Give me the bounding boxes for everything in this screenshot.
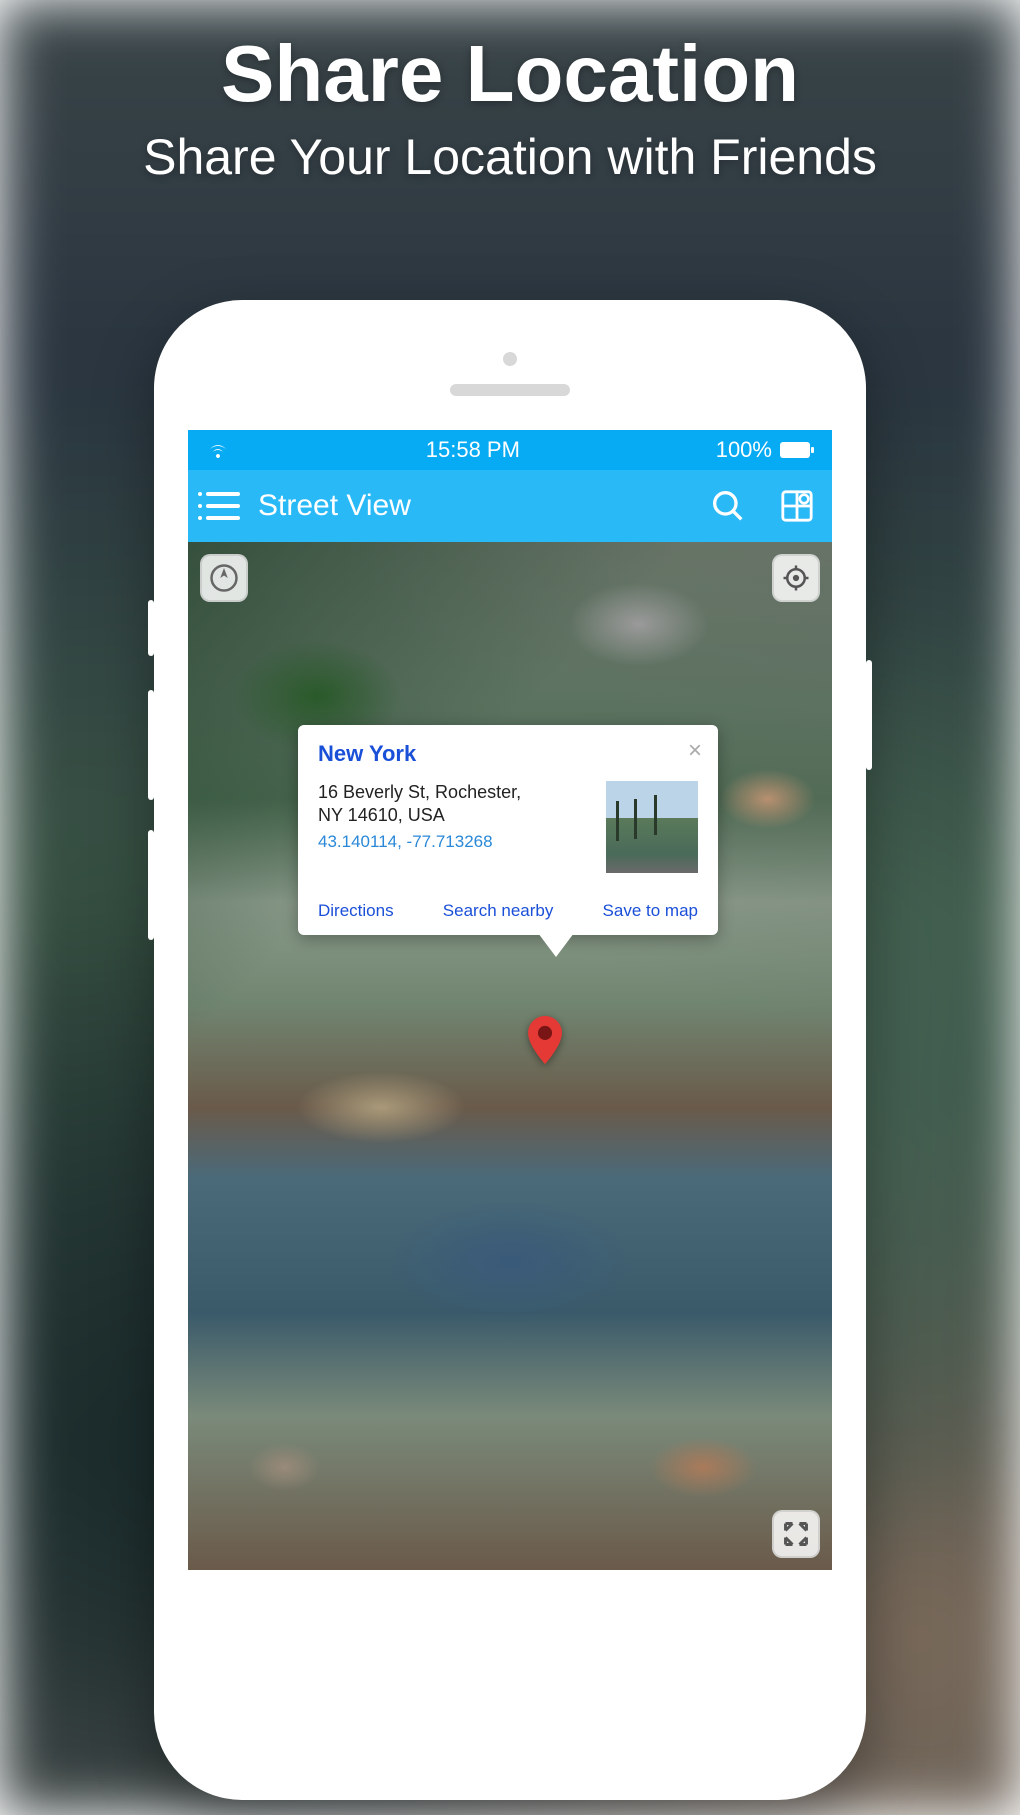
phone-speaker [450,384,570,396]
status-time: 15:58 PM [426,437,520,463]
map-mode-icon[interactable] [780,489,814,523]
phone-mute-switch [148,600,154,656]
search-nearby-link[interactable]: Search nearby [443,901,554,921]
compass-button[interactable] [200,554,248,602]
battery-icon [780,442,814,458]
phone-frame: 15:58 PM 100% Street View [154,300,866,1800]
status-bar: 15:58 PM 100% [188,430,832,470]
wifi-icon [206,440,230,460]
search-icon[interactable] [712,490,744,522]
close-icon[interactable]: × [688,739,702,763]
map-pin-icon[interactable] [528,1016,562,1069]
callout-coords[interactable]: 43.140114, -77.713268 [318,832,592,852]
locate-button[interactable] [772,554,820,602]
streetview-thumbnail[interactable] [606,781,698,873]
promo-title: Share Location [0,28,1020,120]
fullscreen-button[interactable] [772,1510,820,1558]
status-battery-pct: 100% [716,437,772,463]
phone-camera [503,352,517,366]
callout-address-line2: NY 14610, USA [318,804,592,827]
promo-text: Share Location Share Your Location with … [0,28,1020,186]
directions-link[interactable]: Directions [318,901,394,921]
phone-power-button [866,660,872,770]
save-to-map-link[interactable]: Save to map [603,901,698,921]
promo-subtitle: Share Your Location with Friends [0,128,1020,186]
phone-volume-down [148,830,154,940]
callout-title[interactable]: New York [318,741,698,767]
menu-icon[interactable] [206,492,240,520]
callout-address-line1: 16 Beverly St, Rochester, [318,781,592,804]
map-canvas[interactable]: × New York 16 Beverly St, Rochester, NY … [188,542,832,1570]
screen: 15:58 PM 100% Street View [188,430,832,1570]
app-title: Street View [258,489,694,523]
app-bar: Street View [188,470,832,542]
phone-volume-up [148,690,154,800]
location-callout: × New York 16 Beverly St, Rochester, NY … [298,725,718,935]
